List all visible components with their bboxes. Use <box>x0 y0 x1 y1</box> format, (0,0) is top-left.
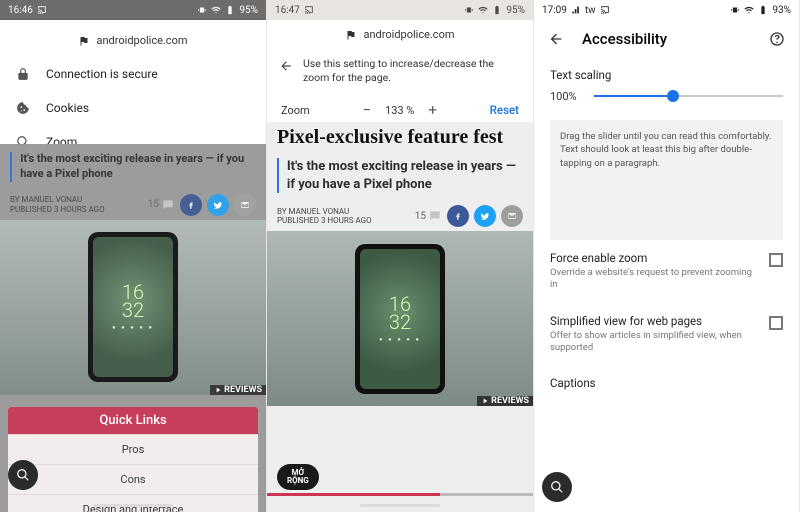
comment-count[interactable]: 15 <box>148 198 175 212</box>
zoom-reset-button[interactable]: Reset <box>490 103 519 117</box>
status-time: 17:09 <box>542 5 567 16</box>
page-header: Accessibility <box>534 20 799 58</box>
menu-cookies[interactable]: Cookies <box>0 91 266 125</box>
quick-link-item[interactable]: Design and interface <box>8 494 258 512</box>
pane-site-info: 16:46 95% androidpolice.com Connection i… <box>0 0 267 512</box>
cast-icon <box>37 5 47 15</box>
phone-mock: 1632● ● ● ● ● <box>355 244 445 394</box>
status-bar: 17:09 tw 93% <box>534 0 799 20</box>
cast-icon <box>600 5 610 15</box>
phone-mock: 1632● ● ● ● ● <box>88 232 178 382</box>
signal-icon <box>571 5 581 15</box>
quick-links-title: Quick Links <box>8 407 258 434</box>
search-icon <box>550 480 564 494</box>
quick-link-item[interactable]: Pros <box>8 434 258 464</box>
zoom-fab[interactable] <box>542 472 572 502</box>
status-bar: 16:46 95% <box>0 0 266 20</box>
expand-pill[interactable]: MỞ RỘNG <box>277 464 319 490</box>
zoom-value: 133 % <box>385 104 414 117</box>
battery-icon <box>225 5 235 15</box>
vibrate-icon <box>197 5 207 15</box>
chat-icon <box>428 209 442 223</box>
text-scaling-label: Text scaling <box>550 68 783 82</box>
zoom-in-button[interactable]: + <box>428 101 437 119</box>
hero-tag: REVIEWS <box>477 396 533 406</box>
cookie-icon <box>16 101 30 115</box>
share-twitter[interactable] <box>474 205 496 227</box>
play-icon <box>481 397 489 405</box>
status-battery: 95% <box>239 5 258 16</box>
article-author: BY MANUEL VONAU <box>277 207 372 217</box>
share-facebook[interactable] <box>180 194 202 216</box>
zoom-controls: Zoom − 133 % + Reset <box>267 95 533 125</box>
flag-icon <box>345 29 357 41</box>
accent-bar <box>10 152 12 182</box>
vibrate-icon <box>730 5 740 15</box>
search-icon <box>16 468 30 482</box>
nav-handle[interactable] <box>93 504 173 507</box>
article-published: PUBLISHED 3 HOURS AGO <box>10 205 105 215</box>
menu-connection-secure[interactable]: Connection is secure <box>0 57 266 91</box>
zoom-hint: Use this setting to increase/decrease th… <box>267 51 533 95</box>
slider-thumb[interactable] <box>667 90 679 102</box>
hero-tag: REVIEWS <box>210 385 266 395</box>
share-email[interactable] <box>501 205 523 227</box>
hero-image: 1632● ● ● ● ● REVIEWS <box>0 220 266 395</box>
zoom-out-button[interactable]: − <box>362 101 371 119</box>
pane-accessibility: 17:09 tw 93% Accessibility Text scaling 1… <box>534 0 800 512</box>
share-facebook[interactable] <box>447 205 469 227</box>
article-published: PUBLISHED 3 HOURS AGO <box>277 216 372 226</box>
lock-icon <box>16 67 30 81</box>
status-time: 16:46 <box>8 5 33 16</box>
dimmed-page: It's the most exciting release in years … <box>0 144 266 512</box>
flag-icon <box>78 35 90 47</box>
article-subtitle: It's the most exciting release in years … <box>20 152 256 182</box>
text-scaling-value: 100% <box>550 90 584 103</box>
status-carrier: tw <box>585 5 596 16</box>
checkbox[interactable] <box>769 253 783 267</box>
setting-force-zoom[interactable]: Force enable zoomOverride a website's re… <box>534 240 799 303</box>
share-email[interactable] <box>234 194 256 216</box>
comment-count[interactable]: 15 <box>415 209 442 223</box>
status-bar: 16:47 95% <box>267 0 533 20</box>
status-time: 16:47 <box>275 5 300 16</box>
share-twitter[interactable] <box>207 194 229 216</box>
site-url: androidpolice.com <box>267 20 533 51</box>
accent-bar <box>277 158 279 193</box>
text-scaling-slider[interactable] <box>594 86 783 106</box>
status-battery: 95% <box>506 5 525 16</box>
zoom-label: Zoom <box>281 104 310 117</box>
zoom-fab[interactable] <box>8 460 38 490</box>
hero-image: 1632● ● ● ● ● REVIEWS <box>267 231 533 406</box>
wifi-icon <box>478 5 488 15</box>
battery-icon <box>492 5 502 15</box>
text-scaling-section: Text scaling 100% <box>534 58 799 116</box>
nav-handle[interactable] <box>360 504 440 507</box>
site-url: androidpolice.com <box>0 26 266 57</box>
checkbox[interactable] <box>769 316 783 330</box>
vibrate-icon <box>464 5 474 15</box>
battery-icon <box>758 5 768 15</box>
setting-captions[interactable]: Captions <box>534 365 799 403</box>
wifi-icon <box>744 5 754 15</box>
pane-zoom-control: 16:47 95% androidpolice.com Use this set… <box>267 0 534 512</box>
back-icon[interactable] <box>548 31 564 47</box>
article-subtitle: It's the most exciting release in years … <box>287 158 523 193</box>
article-author: BY MANUEL VONAU <box>10 195 105 205</box>
page-title: Accessibility <box>582 30 751 48</box>
quick-links: Quick Links Pros Cons Design and interfa… <box>8 407 258 512</box>
progress-bar <box>267 493 533 496</box>
setting-simplified-view[interactable]: Simplified view for web pagesOffer to sh… <box>534 303 799 366</box>
help-icon[interactable] <box>769 31 785 47</box>
wifi-icon <box>211 5 221 15</box>
play-icon <box>214 386 222 394</box>
cast-icon <box>304 5 314 15</box>
chat-icon <box>161 198 175 212</box>
article-title: Pixel-exclusive feature fest <box>267 122 533 150</box>
status-battery: 93% <box>772 5 791 16</box>
sample-text-box: Drag the slider until you can read this … <box>550 120 783 240</box>
back-icon[interactable] <box>279 59 293 73</box>
quick-link-item[interactable]: Cons <box>8 464 258 494</box>
